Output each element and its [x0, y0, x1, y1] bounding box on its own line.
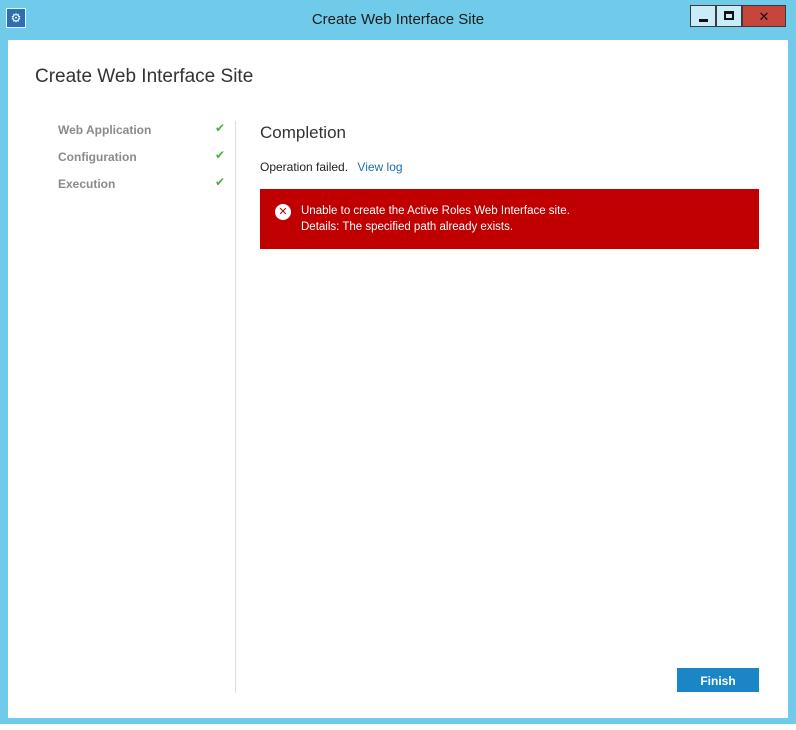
wizard-steps: Web Application ✔ Configuration ✔ Execut…	[58, 121, 228, 204]
step-configuration: Configuration ✔	[58, 148, 228, 177]
background-strip	[0, 724, 796, 730]
window: ⚙ Create Web Interface Site ✕ Create Web…	[0, 0, 796, 730]
title-bar[interactable]: ⚙ Create Web Interface Site ✕	[0, 0, 796, 40]
minimize-icon	[699, 19, 708, 22]
checkmark-icon: ✔	[215, 121, 226, 135]
step-label: Configuration	[58, 150, 137, 164]
checkmark-icon: ✔	[215, 148, 226, 162]
divider	[235, 121, 236, 693]
error-icon: ✕	[275, 204, 291, 220]
finish-button[interactable]: Finish	[677, 668, 759, 692]
close-button[interactable]: ✕	[742, 5, 786, 27]
page-title: Create Web Interface Site	[35, 66, 254, 87]
minimize-button[interactable]	[690, 5, 716, 27]
error-message: Unable to create the Active Roles Web In…	[301, 205, 570, 217]
section-title: Completion	[260, 123, 346, 142]
checkmark-icon: ✔	[215, 175, 226, 189]
step-execution: Execution ✔	[58, 175, 228, 204]
step-label: Web Application	[58, 123, 152, 137]
view-log-link[interactable]: View log	[357, 160, 402, 174]
dialog-content: Create Web Interface Site Web Applicatio…	[8, 40, 788, 718]
window-title: Create Web Interface Site	[311, 11, 485, 28]
status-line: Operation failed. View log	[260, 160, 403, 174]
maximize-button[interactable]	[716, 5, 742, 27]
step-web-application: Web Application ✔	[58, 121, 228, 150]
maximize-icon	[724, 11, 734, 20]
close-icon: ✕	[758, 10, 770, 25]
step-label: Execution	[58, 177, 116, 191]
error-details: Details: The specified path already exis…	[301, 221, 514, 233]
error-banner: ✕ Unable to create the Active Roles Web …	[260, 189, 759, 249]
status-text: Operation failed.	[260, 160, 349, 174]
